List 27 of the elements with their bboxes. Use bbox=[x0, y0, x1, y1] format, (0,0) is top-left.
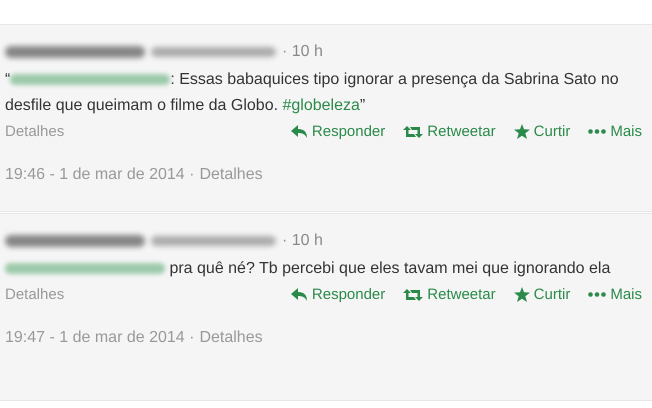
details-link[interactable]: Detalhes bbox=[199, 329, 263, 347]
retweet-icon bbox=[403, 126, 424, 138]
reply-arrow-icon bbox=[290, 125, 308, 138]
hashtag-link[interactable]: #globeleza bbox=[282, 97, 360, 114]
timestamp: 19:47 - 1 de mar de 2014 · bbox=[5, 329, 194, 347]
favorite-action[interactable]: Curtir bbox=[514, 123, 570, 140]
star-icon bbox=[514, 124, 530, 139]
more-dots-icon bbox=[588, 292, 606, 297]
favorite-action[interactable]: Curtir bbox=[514, 286, 570, 303]
more-action[interactable]: Mais bbox=[588, 286, 642, 303]
retweet-action[interactable]: Retweetar bbox=[403, 286, 496, 303]
tweet-text: pra quê né? Tb percebi que eles tavam mei que ignorando ela bbox=[5, 256, 642, 282]
star-icon bbox=[514, 287, 530, 302]
details-link[interactable]: Detalhes bbox=[5, 286, 64, 303]
reply-arrow-icon bbox=[290, 288, 308, 301]
timestamp: 19:46 - 1 de mar de 2014 · bbox=[5, 166, 194, 184]
reply-action[interactable]: Responder bbox=[290, 286, 386, 303]
more-dots-icon bbox=[588, 129, 606, 134]
tweet-text: “ : Essas babaquices tipo ignorar a presença da Sabrina Sato no desfile que queimam o filme da Globo. #globeleza” bbox=[5, 70, 620, 116]
more-action[interactable]: Mais bbox=[588, 123, 642, 140]
tweet-time: · 10 h bbox=[282, 43, 323, 61]
reply-action[interactable]: Responder bbox=[290, 123, 386, 140]
retweet-icon bbox=[403, 288, 424, 300]
details-link[interactable]: Detalhes bbox=[199, 166, 263, 184]
tweet-time: · 10 h bbox=[282, 232, 323, 250]
retweet-action[interactable]: Retweetar bbox=[403, 123, 496, 140]
details-link[interactable]: Detalhes bbox=[5, 123, 64, 140]
